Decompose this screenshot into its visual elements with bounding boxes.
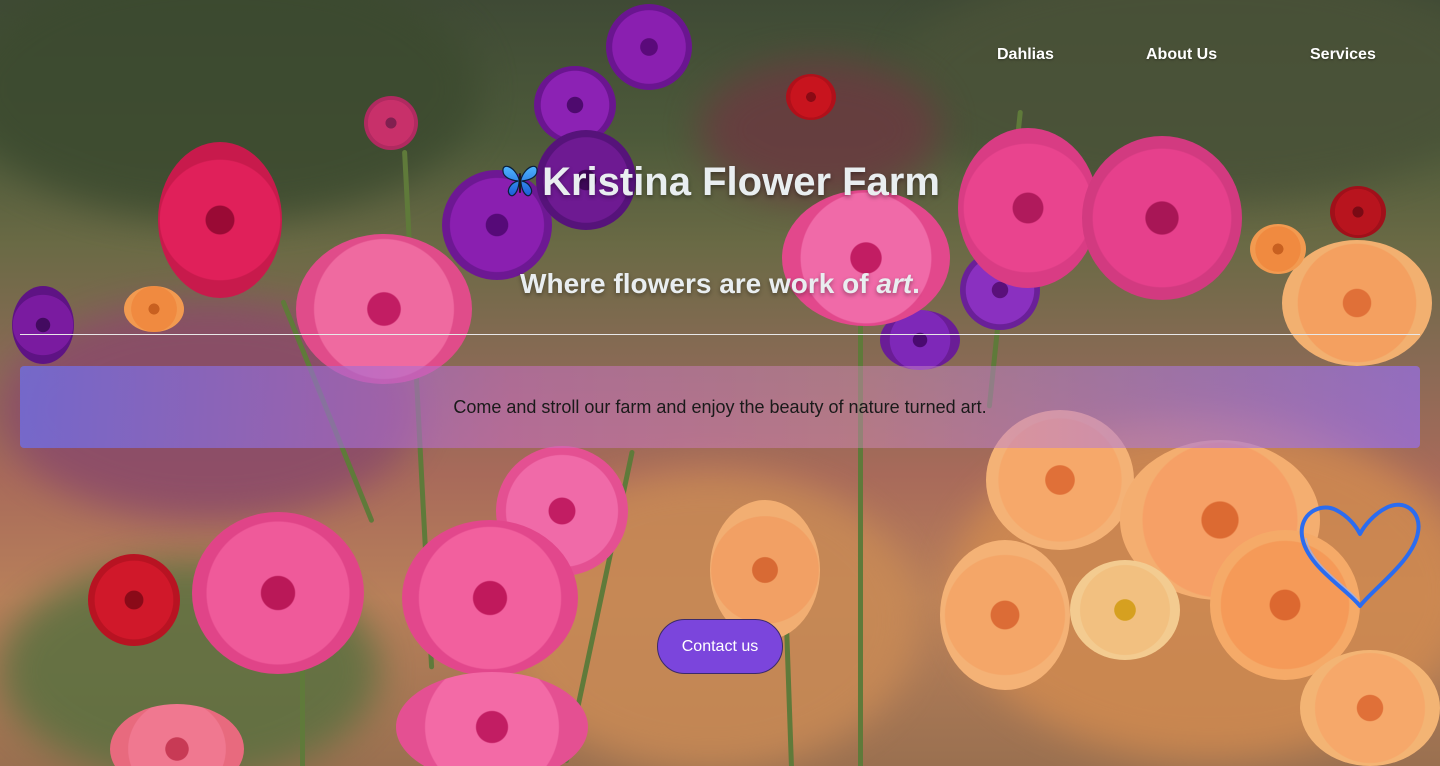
subtitle-prefix: Where flowers are work of bbox=[520, 268, 877, 299]
heart-icon bbox=[1298, 494, 1424, 617]
top-nav: Dahlias About Us Services bbox=[0, 46, 1440, 70]
nav-link-about-us[interactable]: About Us bbox=[1146, 46, 1217, 64]
page-title: Kristina Flower Farm bbox=[0, 160, 1440, 209]
divider bbox=[20, 334, 1420, 335]
nav-link-services[interactable]: Services bbox=[1310, 46, 1376, 64]
butterfly-icon bbox=[500, 161, 540, 209]
nav-link-dahlias[interactable]: Dahlias bbox=[997, 46, 1054, 64]
page-subtitle: Where flowers are work of art. bbox=[0, 268, 1440, 300]
intro-banner: Come and stroll our farm and enjoy the b… bbox=[20, 366, 1420, 448]
intro-banner-text: Come and stroll our farm and enjoy the b… bbox=[453, 396, 987, 417]
subtitle-emphasis: art bbox=[876, 268, 913, 299]
page-title-text: Kristina Flower Farm bbox=[542, 160, 940, 204]
contact-us-button[interactable]: Contact us bbox=[657, 619, 783, 674]
subtitle-suffix: . bbox=[912, 268, 920, 299]
